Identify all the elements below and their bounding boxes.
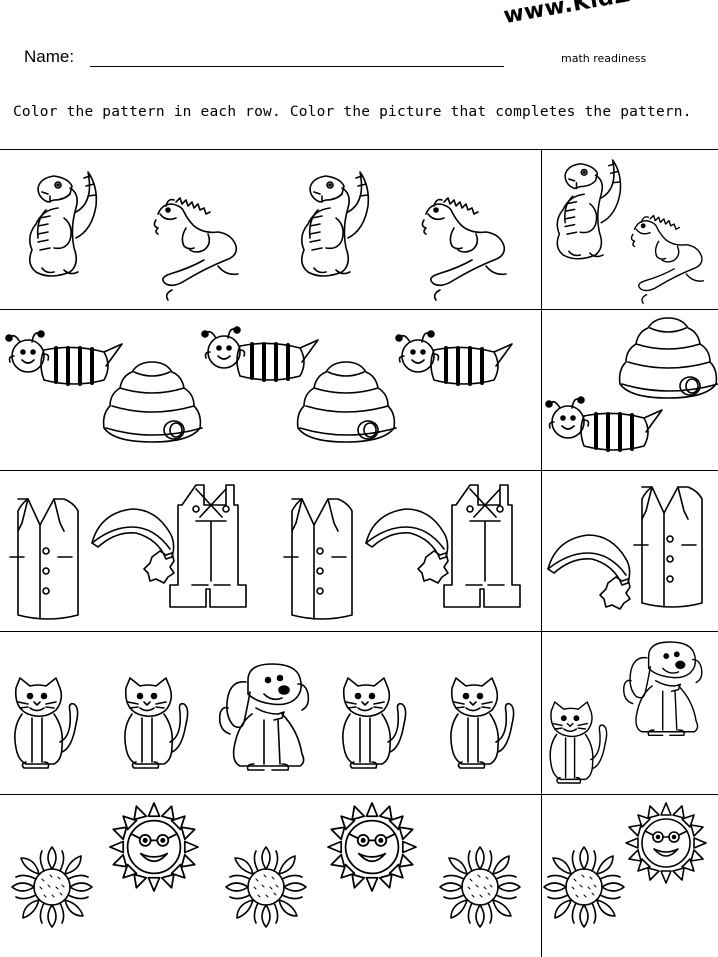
overalls-picture[interactable] <box>169 484 247 608</box>
cat-picture[interactable] <box>124 677 189 769</box>
name-label: Name: <box>24 47 75 66</box>
instructions: Color the pattern in each row. Color the… <box>13 104 692 120</box>
sunflower-picture[interactable] <box>11 846 93 928</box>
answer-vest-picture[interactable] <box>633 486 703 608</box>
beehive-picture[interactable] <box>102 361 203 443</box>
beehive-picture[interactable] <box>296 361 397 443</box>
dog-picture[interactable] <box>218 663 310 771</box>
answer-sun-picture[interactable] <box>625 802 707 884</box>
iguana-picture[interactable] <box>153 197 239 301</box>
overalls-picture[interactable] <box>443 484 521 608</box>
pattern-row-1 <box>0 150 718 309</box>
santa-hat-picture[interactable] <box>91 508 175 584</box>
answer-cat-picture[interactable] <box>549 701 608 784</box>
cat-picture[interactable] <box>342 677 407 769</box>
name-line[interactable] <box>90 66 504 67</box>
pattern-row-3 <box>0 471 718 631</box>
pattern-row-4 <box>0 632 718 794</box>
answer-iguana-picture[interactable] <box>630 214 705 304</box>
iguana-picture[interactable] <box>421 197 507 301</box>
answer-sunflower-picture[interactable] <box>543 846 625 928</box>
sunflower-picture[interactable] <box>225 846 307 928</box>
answer-bee-picture[interactable] <box>544 395 664 452</box>
santa-hat-picture[interactable] <box>365 508 449 584</box>
vest-picture[interactable] <box>283 498 353 620</box>
answer-dog-picture[interactable] <box>623 641 703 736</box>
pattern-row-2 <box>0 310 718 470</box>
cat-picture[interactable] <box>450 677 515 769</box>
answer-dinosaur-picture[interactable] <box>556 159 622 260</box>
subject-label: math readiness <box>561 52 647 65</box>
sun-picture[interactable] <box>109 802 199 892</box>
cat-picture[interactable] <box>14 677 79 769</box>
answer-santa-hat-picture[interactable] <box>547 534 631 610</box>
pattern-row-5 <box>0 795 718 957</box>
answer-beehive-picture[interactable] <box>618 317 718 399</box>
dinosaur-picture[interactable] <box>28 171 98 277</box>
bee-picture[interactable] <box>4 329 124 386</box>
kidzone-logo: www.KidZone.ws <box>502 0 718 29</box>
bee-picture[interactable] <box>200 325 320 382</box>
vest-picture[interactable] <box>9 498 79 620</box>
dinosaur-picture[interactable] <box>300 171 370 277</box>
sunflower-picture[interactable] <box>439 846 521 928</box>
sun-picture[interactable] <box>327 802 417 892</box>
bee-picture[interactable] <box>394 329 514 386</box>
